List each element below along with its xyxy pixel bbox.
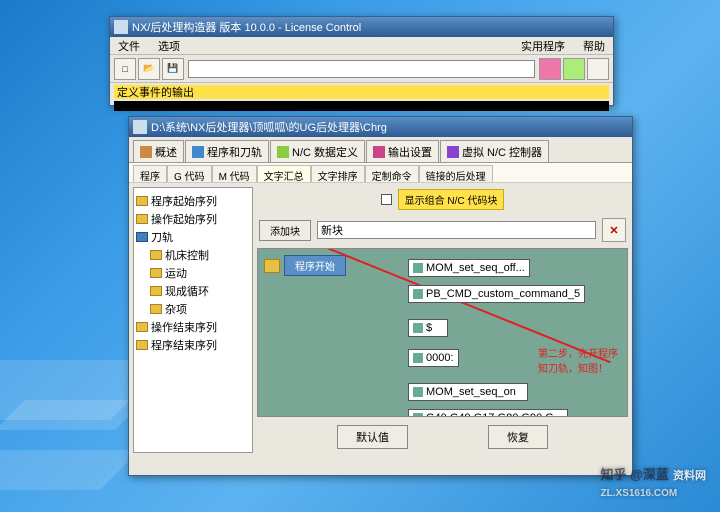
tab-icon [373,146,385,158]
subtab-word-summary[interactable]: 文字汇总 [257,165,311,182]
block-select[interactable]: 新块 [317,221,596,239]
tab-icon [192,146,204,158]
folder-icon [136,232,148,242]
menu-utils[interactable]: 实用程序 [517,37,569,54]
header-icon [264,259,280,273]
canvas-header: 程序开始 [264,255,346,276]
block-icon [413,323,423,333]
tree-node[interactable]: 机床控制 [136,246,250,264]
path-input[interactable] [188,60,535,78]
folder-icon [150,286,162,296]
win1-toolbar: □ 📂 💾 [110,55,613,83]
block-icon [413,289,423,299]
sub-tabs: 程序 G 代码 M 代码 文字汇总 文字排序 定制命令 链接的后处理 [129,163,632,183]
license-window: NX/后处理构造器 版本 10.0.0 - License Control 文件… [109,16,614,106]
tree-node[interactable]: 现成循环 [136,282,250,300]
menu-help[interactable]: 帮助 [579,37,609,54]
subtab-program[interactable]: 程序 [133,165,167,182]
tree-node[interactable]: 程序起始序列 [136,192,250,210]
app-icon [133,120,147,134]
annotation-text: 第二步，先开程序知刀轨，知图！ [538,345,627,375]
subtab-mcode[interactable]: M 代码 [212,165,257,182]
save-button[interactable]: 💾 [162,58,184,80]
sequence-block[interactable]: $ [408,319,448,337]
folder-icon [136,196,148,206]
win2-titlebar[interactable]: D:\系统\NX后处理器\顶呱呱\的UG后处理器\Chrg [129,117,632,137]
top-note: 显示组合 N/C 代码块 [398,189,505,210]
sequence-block[interactable]: MOM_set_seq_off... [408,259,530,277]
tool-a-button[interactable] [539,58,561,80]
tree-panel: 程序起始序列 操作起始序列 刀轨 机床控制 运动 现成循环 杂项 操作结束序列 … [133,187,253,453]
tab-overview[interactable]: 概述 [133,140,184,162]
folder-icon [150,268,162,278]
tab-icon [140,146,152,158]
sequence-block[interactable]: 0000: [408,349,459,367]
tab-nc-data[interactable]: N/C 数据定义 [270,140,365,162]
menu-options[interactable]: 选项 [154,37,184,54]
block-icon [413,353,423,363]
main-tabs: 概述 程序和刀轨 N/C 数据定义 输出设置 虚拟 N/C 控制器 [129,137,632,163]
delete-button[interactable]: ✕ [602,218,626,242]
sequence-block[interactable]: PB_CMD_custom_command_5 [408,285,585,303]
tool-b-button[interactable] [563,58,585,80]
folder-icon [136,322,148,332]
sequence-block[interactable]: G40 G49 G17 G80 G90 G... [408,409,568,417]
add-block-button[interactable]: 添加块 [259,220,311,241]
folder-icon [150,250,162,260]
sequence-block[interactable]: MOM_set_seq_on [408,383,528,401]
block-icon [413,413,423,417]
win1-status: 定义事件的输出 [114,85,609,99]
tree-node[interactable]: 操作起始序列 [136,210,250,228]
tree-node[interactable]: 程序结束序列 [136,336,250,354]
subtab-gcode[interactable]: G 代码 [167,165,212,182]
win1-titlebar[interactable]: NX/后处理构造器 版本 10.0.0 - License Control [110,17,613,37]
header-label[interactable]: 程序开始 [284,255,346,276]
tab-icon [277,146,289,158]
win1-menubar: 文件 选项 实用程序 帮助 [110,37,613,55]
menu-file[interactable]: 文件 [114,37,144,54]
tab-output-settings[interactable]: 输出设置 [366,140,439,162]
win1-title: NX/后处理构造器 版本 10.0.0 - License Control [132,19,361,35]
new-button[interactable]: □ [114,58,136,80]
tree-node[interactable]: 杂项 [136,300,250,318]
restore-button[interactable]: 恢复 [488,425,548,449]
win2-title: D:\系统\NX后处理器\顶呱呱\的UG后处理器\Chrg [151,119,387,135]
sequence-canvas[interactable]: 程序开始 第二步，先开程序知刀轨，知图！ MOM_set_seq_off... P… [257,248,628,417]
tool-c-button[interactable] [587,58,609,80]
watermark: 知乎 @深蓝 资料网 ZL.XS1616.COM [601,464,706,500]
app-icon [114,20,128,34]
tab-icon [447,146,459,158]
subtab-word-order[interactable]: 文字排序 [311,165,365,182]
folder-icon [136,214,148,224]
tab-program-toolpath[interactable]: 程序和刀轨 [185,140,269,162]
defaults-button[interactable]: 默认值 [337,425,408,449]
folder-icon [150,304,162,314]
subtab-linked-post[interactable]: 链接的后处理 [419,165,493,182]
block-icon [413,387,423,397]
editor-window: D:\系统\NX后处理器\顶呱呱\的UG后处理器\Chrg 概述 程序和刀轨 N… [128,116,633,476]
subtab-custom-cmd[interactable]: 定制命令 [365,165,419,182]
tree-node[interactable]: 刀轨 [136,228,250,246]
folder-icon [136,340,148,350]
open-button[interactable]: 📂 [138,58,160,80]
show-combined-checkbox[interactable] [381,194,392,205]
tab-virtual-nc[interactable]: 虚拟 N/C 控制器 [440,140,549,162]
win1-blackbar [114,101,609,111]
block-icon [413,263,423,273]
status-text: 定义事件的输出 [117,84,194,100]
tree-node[interactable]: 操作结束序列 [136,318,250,336]
tree-node[interactable]: 运动 [136,264,250,282]
